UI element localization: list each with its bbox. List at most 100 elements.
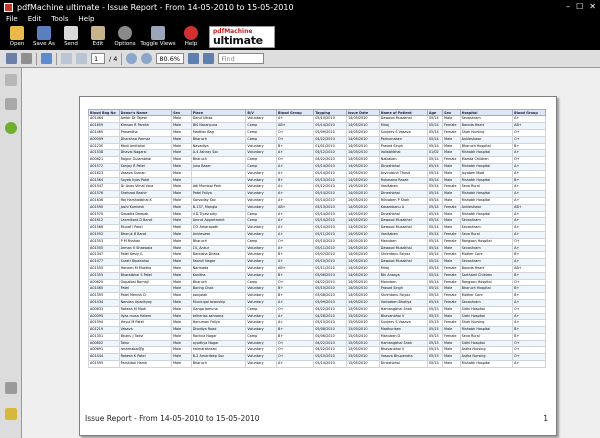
- table-row: A00602 Takur Male ayodhya Nagar Voluntary O+ 0…: [88, 339, 546, 348]
- menu-file[interactable]: File: [6, 15, 18, 23]
- table-cell: 14/05/2010: [345, 210, 380, 219]
- table-cell: O+: [512, 305, 546, 314]
- table-cell: Darul Ulbas: [190, 115, 247, 124]
- table-cell: Fabruli Nagar: [190, 258, 247, 266]
- table-cell: A+: [512, 360, 546, 368]
- next-page-icon[interactable]: [76, 53, 87, 64]
- table-cell: Male: [171, 298, 192, 307]
- table-cell: Bharuk B Barot: [118, 230, 173, 239]
- table-cell: Hamangbhai Shah: [378, 305, 428, 314]
- find-input[interactable]: Find: [218, 53, 265, 64]
- table-row: A01552 Bharuk B Barot Male Ankleswar Volunta…: [88, 230, 546, 239]
- zoom-out-icon[interactable]: [126, 53, 138, 64]
- zoom-input[interactable]: 80.6%: [156, 53, 185, 64]
- document-viewer[interactable]: Blood Bag No Donor's Name Sex Place B/V …: [22, 68, 600, 438]
- page-number-input[interactable]: 1: [91, 53, 105, 64]
- table-cell: A+: [512, 224, 546, 232]
- maximize-button[interactable]: ☐: [576, 2, 583, 11]
- open-button[interactable]: Open: [4, 24, 30, 50]
- table-cell: Madhuriben: [378, 326, 428, 334]
- info-icon[interactable]: [5, 122, 17, 134]
- menu-help[interactable]: Help: [79, 15, 95, 23]
- table-cell: Mother Care: [459, 292, 514, 300]
- table-cell: 04/28/2010: [313, 312, 347, 321]
- table-cell: A+: [276, 190, 315, 198]
- email-icon[interactable]: [41, 53, 52, 64]
- table-cell: Sevashram: [459, 224, 514, 232]
- table-cell: O+: [512, 339, 546, 348]
- table-cell: B+: [512, 326, 546, 334]
- table-cell: Voluntary: [245, 312, 278, 321]
- table-cell: Voluntary: [245, 353, 278, 362]
- table-cell: Dineshbhai: [378, 190, 428, 198]
- table-cell: Male: [171, 183, 192, 192]
- fit-page-icon[interactable]: [188, 53, 200, 64]
- comments-icon[interactable]: [5, 408, 17, 420]
- table-cell: 05/14/2010: [313, 169, 347, 178]
- table-cell: 14/05/2010: [345, 176, 380, 185]
- table-cell: 05/15: [426, 319, 444, 328]
- menu-tools[interactable]: Tools: [51, 15, 68, 23]
- table-cell: Male: [171, 142, 192, 151]
- table-cell: Vasava Bhupendra: [378, 353, 428, 362]
- table-cell: 05/14/2010: [313, 190, 347, 198]
- table-cell: 15/05/2010: [345, 339, 380, 348]
- table-row: A00095 Ilyas musa Hatem Male telherios ashr…: [88, 312, 546, 321]
- table-cell: Baroda Heart: [459, 264, 514, 273]
- table-cell: Ambir Dr Tejesh: [118, 115, 173, 124]
- table-cell: A00625: [88, 278, 120, 287]
- edit-button[interactable]: Edit: [85, 24, 111, 50]
- table-cell: Bharuch Hospital: [459, 142, 514, 151]
- table-cell: A01538: [88, 149, 120, 158]
- table-row: A01477 Surati Dipakbhai Male Fabruli Nagar V…: [88, 258, 546, 266]
- window-title: pdfMachine ultimate - Issue Report - Fro…: [17, 2, 294, 12]
- print-icon[interactable]: [21, 53, 32, 64]
- table-cell: C/2 Amarapath: [190, 224, 247, 232]
- table-cell: Ilyas musa Hatem: [118, 312, 173, 321]
- table-cell: halmarahroad: [190, 346, 247, 355]
- table-cell: Haneen M Mustha: [118, 264, 173, 273]
- table-row: A01444 Rakesh K Patel Male B-2 Amardeep Soc…: [88, 353, 546, 362]
- attachment-icon[interactable]: [5, 382, 17, 394]
- help-button[interactable]: Help: [178, 24, 204, 50]
- options-button[interactable]: Options: [112, 24, 138, 50]
- table-cell: Female: [442, 183, 461, 192]
- table-row: A01464 Ambir Dr Tejesh Male Darul Ulbas Volu…: [88, 115, 546, 124]
- bookmarks-panel-icon[interactable]: [5, 98, 17, 110]
- save-as-button[interactable]: Save As: [31, 24, 57, 50]
- table-cell: A01464: [88, 115, 120, 124]
- zoom-in-icon[interactable]: [141, 53, 153, 64]
- help-icon: [184, 26, 198, 40]
- table-cell: 05/15/2010: [313, 319, 347, 328]
- table-cell: Gopalbai Barnaji: [118, 278, 173, 287]
- table-cell: Bharuch: [190, 135, 247, 144]
- table-cell: BIS Naranpura: [190, 122, 247, 130]
- table-cell: Dawood Musakhal: [378, 217, 428, 226]
- table-cell: A01623: [88, 169, 120, 178]
- save-icon[interactable]: [6, 53, 17, 64]
- toggle-views-button[interactable]: Toggle Views: [139, 24, 177, 50]
- table-cell: Navadiya: [190, 142, 247, 151]
- table-cell: Female: [442, 298, 461, 307]
- table-cell: 05/14/2010: [313, 210, 347, 219]
- table-cell: [190, 169, 247, 178]
- table-cell: 14/05/2010: [345, 162, 380, 171]
- pages-panel-icon[interactable]: [5, 74, 17, 86]
- table-cell: A+: [276, 217, 315, 226]
- send-button[interactable]: Send: [58, 24, 84, 50]
- fit-width-icon[interactable]: [203, 53, 215, 64]
- table-cell: A00602: [88, 339, 120, 348]
- table-cell: 14/05/2010: [345, 264, 380, 273]
- table-cell: 05/15: [426, 339, 444, 348]
- close-button[interactable]: ✕: [589, 2, 596, 11]
- minimize-button[interactable]: –: [566, 2, 570, 11]
- table-cell: 05/14: [426, 142, 444, 151]
- table-cell: Adi Mumbai Park: [190, 183, 247, 192]
- table-cell: B+: [276, 285, 315, 294]
- table-cell: Male: [171, 319, 192, 328]
- table-cell: Female: [442, 237, 461, 246]
- table-row: A00621 Rajpur Gulambhai Male Bharuch Camp O+ 0…: [88, 156, 546, 164]
- menu-edit[interactable]: Edit: [28, 15, 42, 23]
- previous-page-icon[interactable]: [61, 53, 72, 64]
- table-row: A01347 Patel Kesly G Male Baraisha Dhaka Vol…: [88, 251, 546, 260]
